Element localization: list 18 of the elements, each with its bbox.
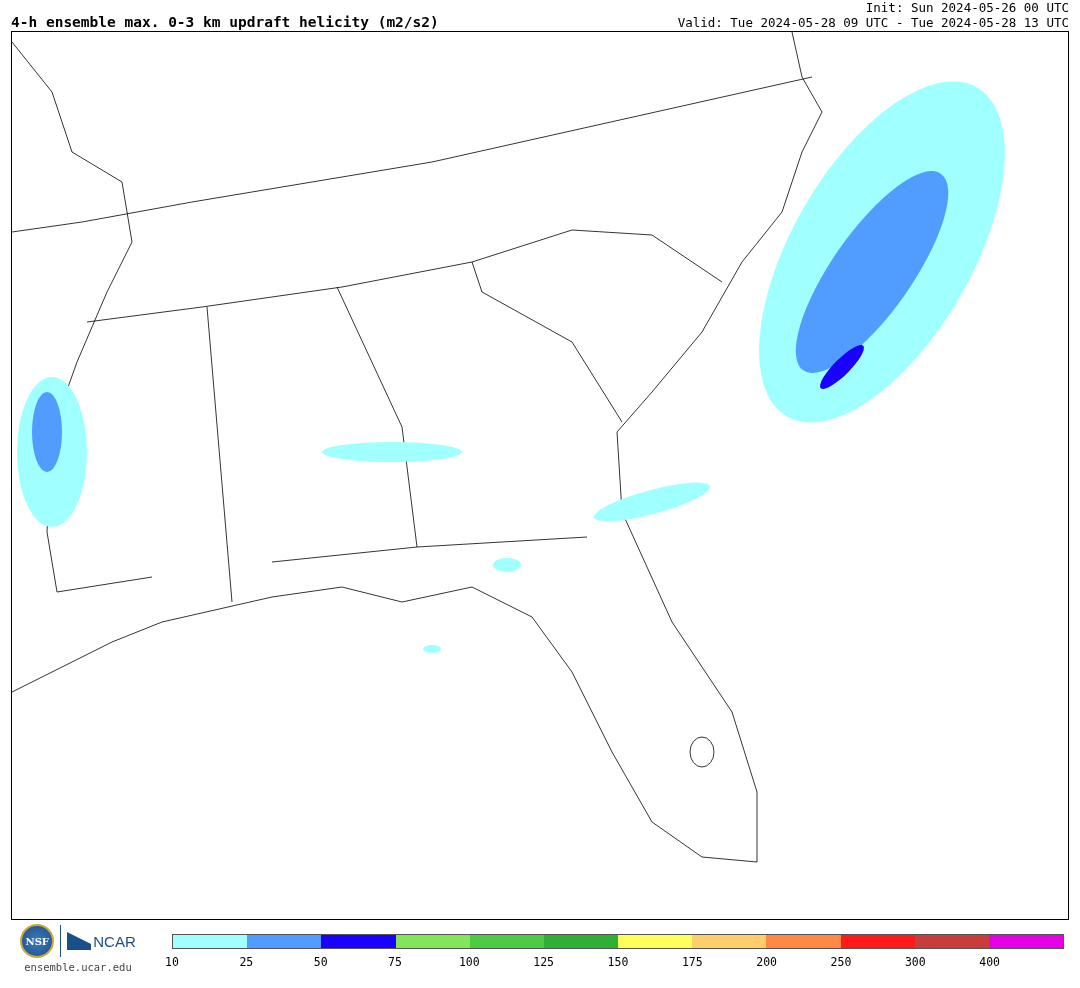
init-time: Init: Sun 2024-05-26 00 UTC — [865, 0, 1069, 15]
scale-tick-label: 100 — [458, 955, 480, 969]
scale-tick-label: 75 — [388, 955, 402, 969]
scale-tick-label: 250 — [830, 955, 852, 969]
scale-tick-label: 10 — [165, 955, 179, 969]
scale-tick-label: 175 — [681, 955, 703, 969]
nsf-logo: NSF — [20, 924, 55, 958]
valid-time: Valid: Tue 2024-05-28 09 UTC - Tue 2024-05-28 13 UTC — [677, 15, 1069, 30]
scale-tick-label: 200 — [756, 955, 777, 969]
ncar-logo: NCAR — [67, 932, 136, 950]
scale-tick-label: 300 — [904, 955, 926, 969]
chart-title: 4-h ensemble max. 0-3 km updraft helicity (m2/s2) — [11, 14, 439, 30]
scale-tick-label: 125 — [533, 955, 555, 969]
scale-tick-label: 25 — [239, 955, 254, 969]
scale-tick-label: 150 — [607, 955, 629, 969]
scale-tick-label: 400 — [979, 955, 1000, 969]
website-url: ensemble.ucar.edu — [24, 961, 132, 973]
scale-tick-label: 50 — [313, 955, 328, 969]
